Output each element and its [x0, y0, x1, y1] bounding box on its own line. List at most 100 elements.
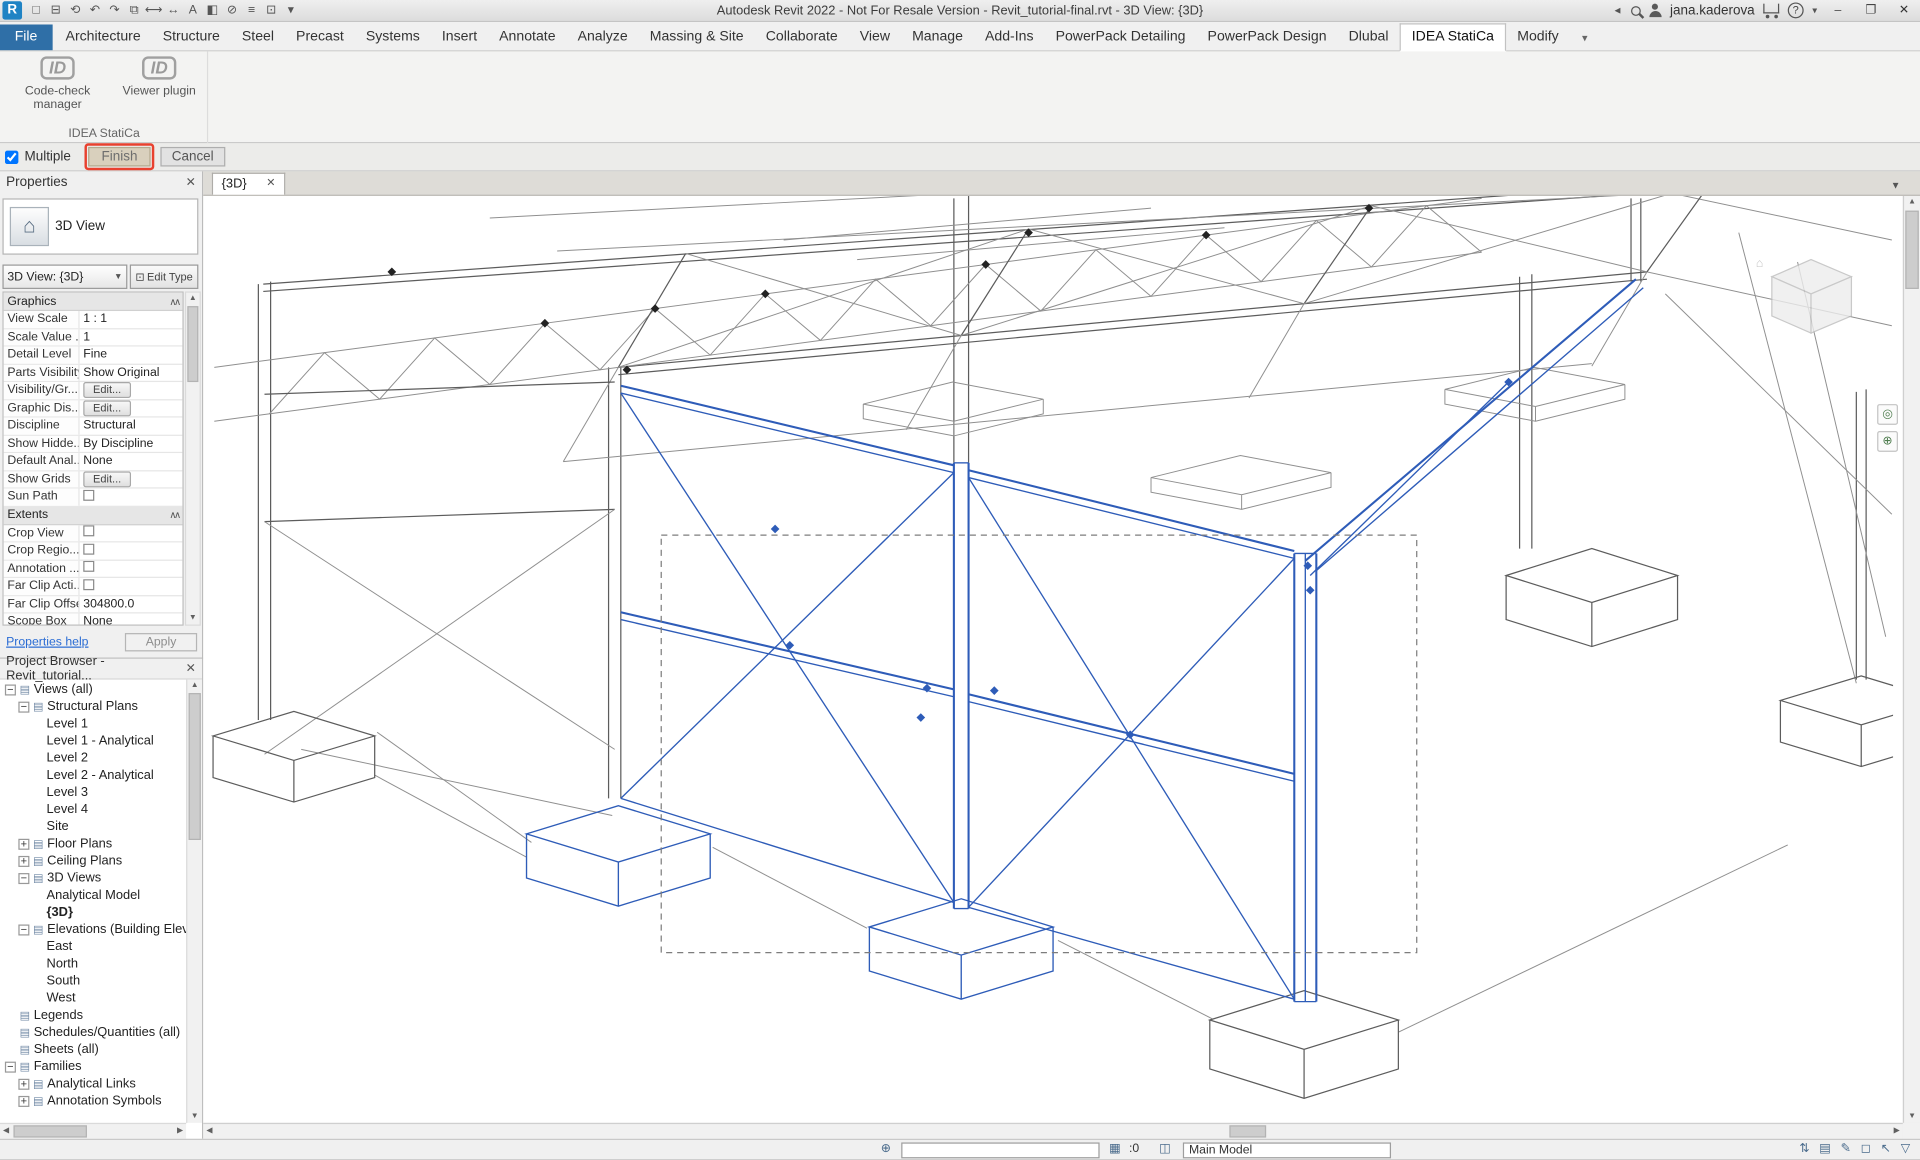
ribbon-tab-powerpack-detailing[interactable]: PowerPack Detailing [1045, 24, 1197, 50]
browser-item-level-2-analytical[interactable]: Level 2 - Analytical [0, 767, 186, 784]
expand-icon[interactable]: + [18, 838, 29, 849]
properties-scrollbar[interactable]: ▲ ▼ [185, 291, 201, 625]
expand-icon[interactable]: + [18, 1078, 29, 1089]
redo-icon[interactable]: ↷ [105, 2, 123, 19]
browser-item-floor-plans[interactable]: +▤Floor Plans [0, 835, 186, 852]
collapse-icon[interactable]: − [18, 872, 29, 883]
browser-item-south[interactable]: South [0, 972, 186, 989]
scroll-down-icon[interactable]: ▼ [187, 1111, 202, 1123]
canvas-vscrollbar[interactable]: ▲ ▼ [1903, 196, 1920, 1123]
ribbon-tab-insert[interactable]: Insert [431, 24, 488, 50]
multiple-checkbox[interactable] [5, 150, 18, 163]
scroll-thumb[interactable] [1905, 211, 1918, 289]
type-selector[interactable]: ⌂ 3D View [2, 198, 198, 254]
browser-item-analytical-model[interactable]: Analytical Model [0, 887, 186, 904]
ribbon-tab-systems[interactable]: Systems [355, 24, 431, 50]
ribbon-tab-steel[interactable]: Steel [231, 24, 285, 50]
property-value[interactable]: By Discipline [80, 437, 183, 450]
view-tab-3d[interactable]: {3D} ✕ [212, 173, 285, 195]
properties-help-link[interactable]: Properties help [6, 636, 88, 649]
ribbon-tab-massing-site[interactable]: Massing & Site [639, 24, 755, 50]
select-pinned-icon[interactable]: ✎ [1841, 1141, 1851, 1158]
scroll-up-icon[interactable]: ▲ [1904, 196, 1920, 208]
browser-item-level-3[interactable]: Level 3 [0, 784, 186, 801]
signed-in-user[interactable]: jana.kaderova [1670, 3, 1755, 18]
property-value[interactable]: Fine [80, 348, 183, 361]
zoom-icon[interactable]: ⊕ [1877, 431, 1898, 452]
property-value[interactable] [80, 489, 183, 504]
ribbon-tab-file[interactable]: File [0, 24, 52, 50]
property-value[interactable]: None [80, 455, 183, 468]
property-checkbox[interactable] [83, 489, 94, 500]
3d-view-canvas[interactable]: ⌂ [203, 196, 1893, 1123]
browser-item-west[interactable]: West [0, 989, 186, 1006]
browser-item-site[interactable]: Site [0, 818, 186, 835]
workset-field[interactable] [901, 1142, 1099, 1158]
3d-view-icon[interactable]: ◧ [203, 2, 221, 19]
property-value[interactable]: Show Original [80, 366, 183, 379]
edit-button[interactable]: Edit... [83, 382, 131, 398]
property-value[interactable]: 304800.0 [80, 597, 183, 610]
text-icon[interactable]: A [184, 2, 202, 19]
thin-lines-icon[interactable]: ≡ [242, 2, 260, 19]
scroll-right-icon[interactable]: ▶ [174, 1124, 186, 1139]
browser-item-families[interactable]: −▤Families [0, 1058, 186, 1075]
browser-item-level-1[interactable]: Level 1 [0, 715, 186, 732]
back-arrow-icon[interactable]: ◄ [1613, 5, 1623, 16]
open-icon[interactable]: □ [27, 2, 45, 19]
help-icon[interactable]: ? [1788, 2, 1804, 18]
close-tab-icon[interactable]: ✕ [266, 176, 275, 192]
property-value[interactable]: Edit... [80, 400, 183, 416]
scroll-thumb[interactable] [189, 693, 201, 840]
scroll-thumb[interactable] [13, 1125, 86, 1137]
property-value[interactable]: 1 : 1 [80, 313, 183, 326]
viewer-plugin-button[interactable]: ID Viewer plugin [115, 56, 203, 98]
tab-list-icon[interactable]: ▼ [1891, 180, 1901, 195]
undo-icon[interactable]: ↶ [86, 2, 104, 19]
measure-icon[interactable]: ⟷ [144, 2, 162, 19]
property-value[interactable]: Edit... [80, 382, 183, 398]
scroll-left-icon[interactable]: ◀ [0, 1124, 12, 1139]
browser-item-elevations-building-eleva[interactable]: −▤Elevations (Building Eleva [0, 921, 186, 938]
search-icon[interactable] [1631, 6, 1641, 16]
browser-item-3d[interactable]: {3D} [0, 904, 186, 921]
view-selector-combo[interactable]: 3D View: {3D} ▼ [2, 264, 127, 288]
ribbon-tab-structure[interactable]: Structure [152, 24, 231, 50]
browser-item-ceiling-plans[interactable]: +▤Ceiling Plans [0, 852, 186, 869]
collapse-icon[interactable]: − [5, 1061, 16, 1072]
save-icon[interactable]: ⊟ [47, 2, 65, 19]
scroll-down-icon[interactable]: ▼ [1904, 1111, 1920, 1123]
property-group-graphics[interactable]: Graphics∧∧ [4, 293, 183, 311]
canvas-hscrollbar[interactable]: ◀ ▶ [203, 1123, 1903, 1139]
browser-item-views-all[interactable]: −▤Views (all) [0, 681, 186, 698]
property-value[interactable] [80, 526, 183, 541]
browser-item-structural-plans[interactable]: −▤Structural Plans [0, 698, 186, 715]
scroll-thumb[interactable] [187, 306, 198, 382]
ribbon-tab-add-ins[interactable]: Add-Ins [974, 24, 1045, 50]
browser-item-3d-views[interactable]: −▤3D Views [0, 869, 186, 886]
property-value[interactable] [80, 579, 183, 594]
close-icon[interactable]: ✕ [186, 662, 196, 675]
browser-item-east[interactable]: East [0, 938, 186, 955]
expand-icon[interactable]: + [18, 1095, 29, 1106]
drag-elements-icon[interactable]: ↖ [1881, 1141, 1891, 1158]
cancel-button[interactable]: Cancel [161, 147, 225, 167]
ribbon-tab-architecture[interactable]: Architecture [55, 24, 152, 50]
browser-item-sheets-all[interactable]: ▤Sheets (all) [0, 1041, 186, 1058]
minimize-button[interactable]: – [1826, 1, 1850, 21]
property-checkbox[interactable] [83, 526, 94, 537]
ribbon-tab-precast[interactable]: Precast [285, 24, 355, 50]
print-icon[interactable]: ⧉ [125, 2, 143, 19]
finish-button[interactable]: Finish [88, 147, 151, 167]
browser-hscrollbar[interactable]: ◀ ▶ [0, 1123, 186, 1139]
browser-item-annotation-symbols[interactable]: +▤Annotation Symbols [0, 1092, 186, 1109]
browser-item-legends[interactable]: ▤Legends [0, 1007, 186, 1024]
select-by-face-icon[interactable]: ◻ [1861, 1141, 1871, 1158]
edit-type-button[interactable]: ⊡ Edit Type [130, 264, 199, 288]
property-value[interactable] [80, 543, 183, 558]
ribbon-tab-dlubal[interactable]: Dlubal [1338, 24, 1400, 50]
browser-item-schedules-quantities-all[interactable]: ▤Schedules/Quantities (all) [0, 1024, 186, 1041]
restore-button[interactable]: ❒ [1859, 1, 1883, 21]
browser-vscrollbar[interactable]: ▲ ▼ [186, 680, 202, 1123]
property-value[interactable] [80, 561, 183, 576]
